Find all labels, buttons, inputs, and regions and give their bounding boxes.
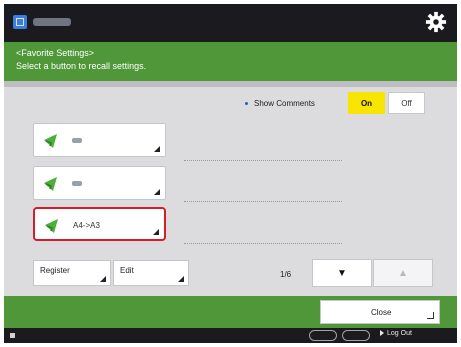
app-icon[interactable]: [13, 15, 27, 29]
status-bar: Log Out: [4, 328, 457, 343]
favorite-label-redacted: [72, 181, 82, 186]
corner-arrow-icon: [100, 276, 106, 282]
register-button[interactable]: Register: [33, 260, 111, 286]
favorite-icon: [45, 219, 58, 233]
comments-on-button[interactable]: On: [348, 92, 385, 114]
status-pill-2[interactable]: [342, 330, 370, 341]
comments-off-button[interactable]: Off: [388, 92, 425, 114]
comment-line-1: [184, 160, 342, 161]
favorite-label: A4->A3: [73, 221, 100, 230]
status-icon: [10, 333, 15, 338]
status-pill-1[interactable]: [309, 330, 337, 341]
logout-icon: [380, 330, 384, 337]
comment-line-3: [184, 243, 342, 244]
screen: <Favorite Settings> Select a button to r…: [4, 4, 457, 343]
comment-line-2: [184, 201, 342, 202]
page-title: <Favorite Settings>: [16, 48, 95, 58]
corner-arrow-icon: [154, 146, 160, 152]
footer-bar: Close: [4, 296, 457, 328]
down-arrow-icon: ▼: [337, 267, 347, 279]
page-header: <Favorite Settings> Select a button to r…: [4, 42, 457, 81]
header-shadow: [4, 81, 457, 87]
scroll-down-button[interactable]: ▼: [312, 259, 372, 287]
gear-icon[interactable]: [425, 11, 447, 33]
logout-button[interactable]: Log Out: [380, 330, 412, 337]
up-arrow-icon: ▲: [398, 267, 408, 279]
favorite-icon: [44, 134, 57, 148]
favorite-button-2[interactable]: [33, 166, 166, 200]
top-bar: [4, 4, 457, 42]
close-button[interactable]: Close: [320, 300, 440, 324]
corner-arrow-icon: [153, 229, 159, 235]
edit-button[interactable]: Edit: [113, 260, 189, 286]
corner-arrow-icon: [154, 189, 160, 195]
favorite-button-1[interactable]: [33, 123, 166, 157]
favorite-label-redacted: [72, 138, 82, 143]
scroll-up-button[interactable]: ▲: [373, 259, 433, 287]
page-instruction: Select a button to recall settings.: [16, 61, 147, 71]
favorite-icon: [44, 177, 57, 191]
return-corner-icon: [427, 312, 434, 319]
app-name-redacted: [33, 18, 71, 26]
show-comments-label: Show Comments: [245, 99, 315, 108]
page-indicator: 1/6: [280, 270, 292, 279]
corner-arrow-icon: [178, 276, 184, 282]
favorite-button-3[interactable]: A4->A3: [33, 207, 166, 241]
